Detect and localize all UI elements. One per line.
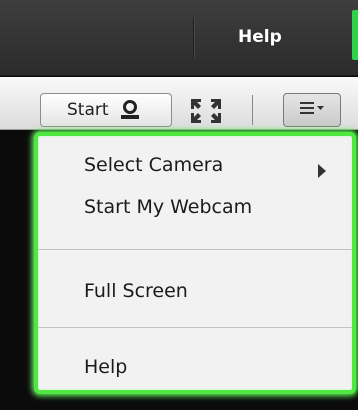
help-menu[interactable]: Help	[238, 27, 282, 47]
top-menu-bar: Help	[0, 0, 358, 76]
webcam-toolbar: Start	[0, 77, 358, 130]
start-label: Start	[67, 100, 109, 120]
options-menu-button[interactable]	[283, 93, 341, 127]
green-indicator	[352, 10, 358, 60]
menu-item-select-camera[interactable]: Select Camera	[84, 154, 223, 176]
menu-divider	[38, 327, 352, 328]
menu-item-start-my-webcam[interactable]: Start My Webcam	[84, 196, 252, 218]
user-icon	[119, 99, 141, 121]
menu-separator	[193, 18, 194, 58]
submenu-arrow-icon	[318, 164, 326, 178]
options-dropdown-menu: Select Camera Start My Webcam Full Scree…	[34, 132, 356, 394]
start-webcam-button[interactable]: Start	[40, 93, 172, 127]
menu-item-full-screen[interactable]: Full Screen	[84, 280, 188, 302]
options-menu-icon	[298, 100, 326, 120]
toolbar-separator	[252, 95, 253, 125]
menu-item-help[interactable]: Help	[84, 356, 127, 378]
fullscreen-icon[interactable]	[188, 97, 224, 125]
menu-divider	[38, 249, 352, 250]
